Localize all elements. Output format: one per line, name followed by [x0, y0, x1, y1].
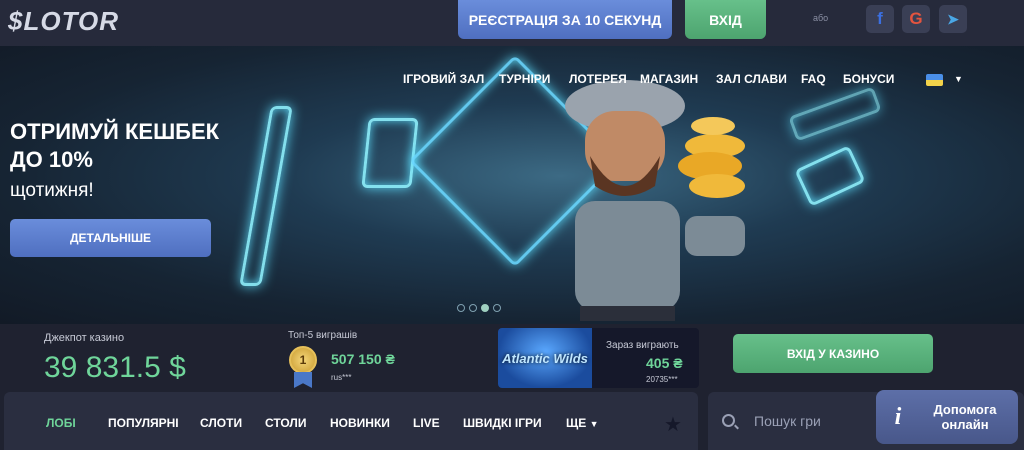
tab-fast-games[interactable]: ШВИДКІ ІГРИ	[463, 416, 542, 430]
category-bar: ЛОБІ ПОПУЛЯРНІ СЛОТИ СТОЛИ НОВИНКИ LIVE …	[4, 392, 698, 450]
neon-decoration	[788, 86, 882, 142]
character-illustration	[565, 80, 745, 321]
current-winning-card[interactable]: Atlantic Wilds Зараз виграють 405 ₴ 2073…	[498, 328, 699, 388]
ukraine-flag-icon[interactable]	[926, 74, 943, 86]
slider-dot-active[interactable]	[481, 304, 489, 312]
info-icon: i	[894, 403, 902, 430]
google-icon[interactable]: G	[902, 5, 930, 33]
tab-live[interactable]: LIVE	[413, 416, 440, 430]
slider-dot[interactable]	[469, 304, 477, 312]
tab-new[interactable]: НОВИНКИ	[330, 416, 390, 430]
hero-banner: ІГРОВИЙ ЗАЛ ТУРНІРИ ЛОТЕРЕЯ МАГАЗИН ЗАЛ …	[0, 46, 1024, 324]
search-input[interactable]	[754, 410, 884, 432]
neon-decoration	[794, 145, 866, 207]
chevron-down-icon[interactable]: ▼	[954, 74, 963, 84]
login-button[interactable]: ВХІД	[685, 0, 766, 39]
main-nav: ІГРОВИЙ ЗАЛ ТУРНІРИ ЛОТЕРЕЯ МАГАЗИН ЗАЛ …	[0, 72, 1024, 92]
enter-casino-button[interactable]: ВХІД У КАЗИНО	[733, 334, 933, 373]
medal-ribbon-icon	[294, 372, 312, 388]
winning-label: Зараз виграють	[606, 340, 679, 351]
winning-user: 20735***	[646, 375, 678, 384]
nav-item-game-hall[interactable]: ІГРОВИЙ ЗАЛ	[403, 72, 484, 86]
neon-decoration	[361, 118, 419, 188]
nav-item-bonuses[interactable]: БОНУСИ	[843, 72, 894, 86]
nav-item-lottery[interactable]: ЛОТЕРЕЯ	[569, 72, 627, 86]
slider-dot[interactable]	[493, 304, 501, 312]
winning-amount: 405 ₴	[646, 355, 683, 371]
tab-popular[interactable]: ПОПУЛЯРНІ	[108, 416, 179, 430]
medal-rank: 1	[299, 353, 307, 367]
game-title: Atlantic Wilds	[502, 350, 588, 366]
facebook-glyph: f	[877, 9, 883, 28]
game-thumbnail[interactable]: Atlantic Wilds	[498, 328, 592, 388]
tab-more[interactable]: ЩЕ ▼	[566, 416, 599, 430]
top5-label: Топ-5 виграшів	[288, 330, 358, 341]
nav-item-shop[interactable]: МАГАЗИН	[640, 72, 698, 86]
promo-title: ОТРИМУЙ КЕШБЕК ДО 10%	[10, 119, 220, 172]
top5-amount: 507 150 ₴	[331, 351, 395, 367]
search-icon	[722, 414, 735, 427]
medal-icon: 1	[289, 346, 317, 374]
tab-lobby[interactable]: ЛОБІ	[46, 416, 76, 430]
logo[interactable]: $LOTOR	[8, 6, 119, 37]
help-online-button[interactable]: i Допомога онлайн	[876, 390, 1018, 444]
jackpot-value: 39 831.5 $	[44, 351, 186, 384]
details-button[interactable]: ДЕТАЛЬНІШЕ	[10, 219, 211, 257]
register-button[interactable]: РЕЄСТРАЦІЯ ЗА 10 СЕКУНД	[458, 0, 672, 39]
top-bar: $LOTOR РЕЄСТРАЦІЯ ЗА 10 СЕКУНД ВХІД або …	[0, 0, 1024, 46]
tab-slots[interactable]: СЛОТИ	[200, 416, 242, 430]
jackpot-label: Джекпот казино	[44, 332, 125, 344]
tab-tables[interactable]: СТОЛИ	[265, 416, 306, 430]
slider-dot[interactable]	[457, 304, 465, 312]
or-label: або	[813, 13, 829, 23]
telegram-icon[interactable]: ➤	[939, 5, 967, 33]
nav-item-tournaments[interactable]: ТУРНІРИ	[499, 72, 550, 86]
promo-subtitle: щотижня!	[10, 180, 94, 201]
top5-user: rus***	[331, 373, 352, 382]
google-glyph: G	[909, 9, 923, 28]
nav-item-hall-of-fame[interactable]: ЗАЛ СЛАВИ	[716, 72, 787, 86]
help-label: Допомога онлайн	[933, 402, 997, 432]
telegram-glyph: ➤	[947, 10, 959, 27]
nav-item-faq[interactable]: FAQ	[801, 72, 826, 86]
tab-more-label: ЩЕ	[566, 416, 587, 430]
facebook-icon[interactable]: f	[866, 5, 894, 33]
slider-dots	[457, 304, 501, 312]
chevron-down-icon: ▼	[589, 419, 599, 429]
stats-row: Джекпот казино 39 831.5 $ Топ-5 виграшів…	[0, 324, 1024, 390]
favorites-star-icon[interactable]: ★	[664, 412, 682, 437]
